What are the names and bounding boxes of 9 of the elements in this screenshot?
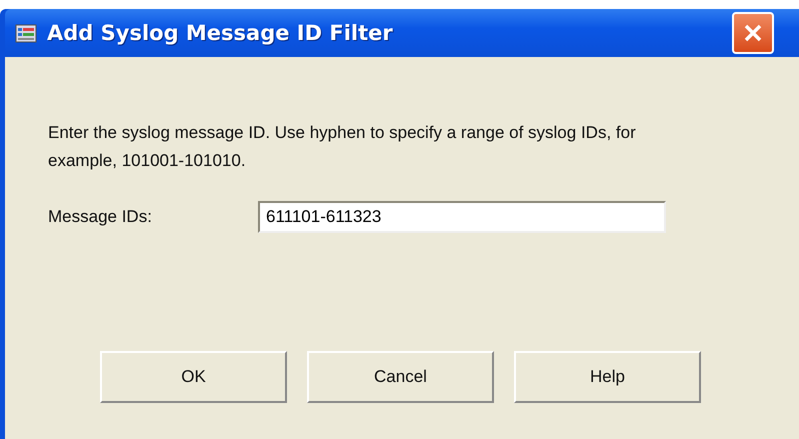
dialog-button[interactable]: Help xyxy=(514,351,701,403)
dialog-button[interactable]: Cancel xyxy=(307,351,494,403)
input-field[interactable]: 611101-611323 xyxy=(258,201,666,233)
field-label: Message IDs: xyxy=(48,207,153,227)
app-icon xyxy=(15,22,39,44)
window-title: Add Syslog Message ID Filter xyxy=(47,21,394,45)
instruction-text: Enter the syslog message ID. Use hyphen to specify a range of syslog IDs, for example, 101001-101010. xyxy=(48,122,637,172)
dialog-button[interactable]: OK xyxy=(100,351,287,403)
close-button[interactable] xyxy=(732,12,774,54)
